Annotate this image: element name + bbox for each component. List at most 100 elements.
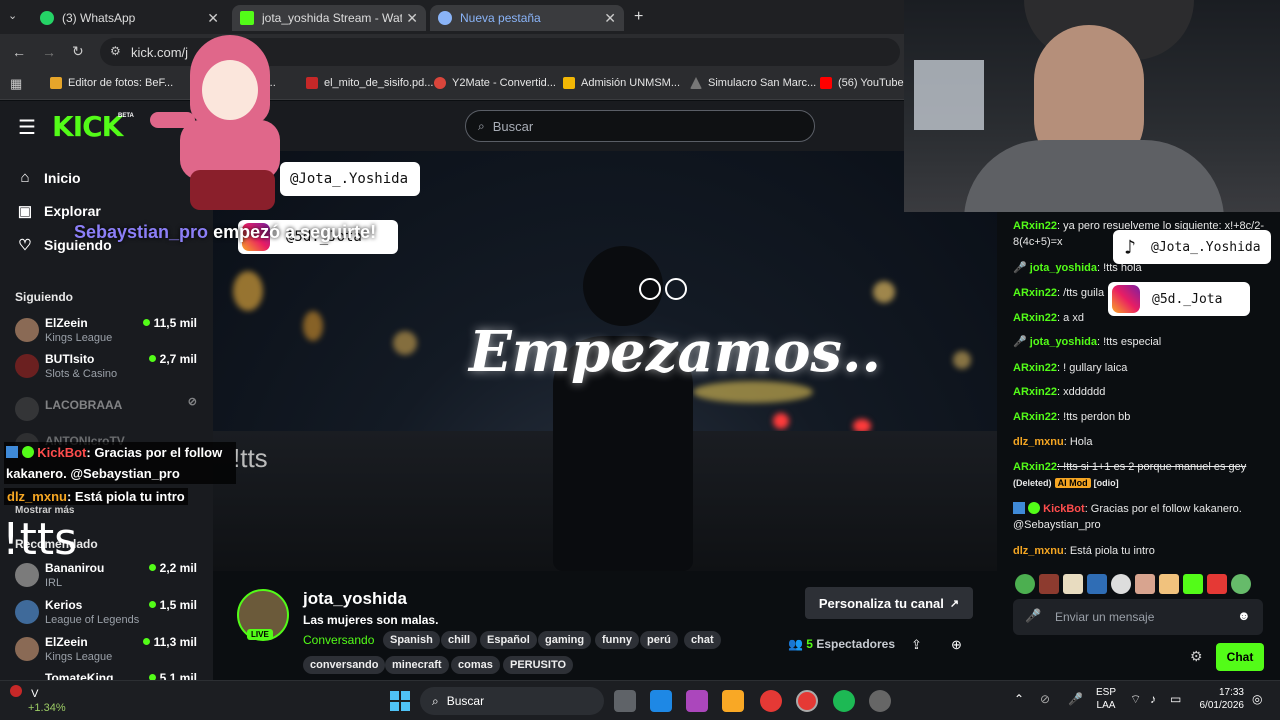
chat-user[interactable]: jota_yoshida bbox=[1030, 262, 1097, 274]
emote-icon[interactable] bbox=[1207, 574, 1227, 594]
recommended-channel[interactable]: Bananirou IRL 2,2 mil bbox=[15, 561, 205, 595]
site-info-icon[interactable]: ⚙ bbox=[110, 44, 121, 58]
chat-user[interactable]: ARxin22 bbox=[1013, 461, 1057, 473]
search-input[interactable]: ⌕ Buscar bbox=[465, 110, 815, 142]
emote-icon[interactable] bbox=[1231, 574, 1251, 594]
mic-icon[interactable]: 🎤 bbox=[1025, 608, 1041, 624]
tts-overlay-big: !tts bbox=[2, 514, 78, 565]
kick-icon bbox=[240, 11, 254, 25]
tag[interactable]: PERUSITO bbox=[503, 656, 574, 674]
channel-name[interactable]: jota_yoshida bbox=[303, 589, 407, 609]
emote-icon[interactable] bbox=[1063, 574, 1083, 594]
emote-icon[interactable] bbox=[1183, 574, 1203, 594]
emote-icon[interactable] bbox=[1135, 574, 1155, 594]
bookmark-y2mate[interactable]: Y2Mate - Convertid... bbox=[434, 77, 556, 89]
nav-inicio[interactable]: ⌂ Inicio bbox=[16, 169, 80, 186]
add-user-icon[interactable]: ⊕ bbox=[951, 637, 962, 653]
forward-arrow-icon[interactable]: → bbox=[42, 44, 56, 60]
close-tab-icon[interactable]: ✕ bbox=[604, 10, 616, 27]
notifications-icon[interactable]: ◎ bbox=[1252, 692, 1262, 706]
nav-explorar[interactable]: ▣ Explorar bbox=[16, 202, 101, 220]
obs-icon[interactable] bbox=[869, 690, 891, 712]
chat-user[interactable]: jota_yoshida bbox=[1030, 336, 1097, 348]
back-arrow-icon[interactable]: ← bbox=[12, 44, 26, 60]
close-tab-icon[interactable]: ✕ bbox=[406, 10, 418, 27]
chat-user[interactable]: ARxin22 bbox=[1013, 287, 1057, 299]
copilot-icon[interactable] bbox=[686, 690, 708, 712]
tag[interactable]: Spanish bbox=[383, 631, 440, 649]
tag[interactable]: Español bbox=[480, 631, 537, 649]
chat-user[interactable]: ARxin22 bbox=[1013, 411, 1057, 423]
recommended-channel[interactable]: TomateKing 5,1 mil bbox=[15, 671, 205, 680]
tag[interactable]: conversando bbox=[303, 656, 386, 674]
chat-user[interactable]: ARxin22 bbox=[1013, 386, 1057, 398]
glasses-right-icon bbox=[665, 278, 687, 300]
volume-icon[interactable]: ♪ bbox=[1150, 692, 1156, 706]
clock[interactable]: 17:33 6/01/2026 bbox=[1198, 686, 1245, 712]
tab-list-chevron-icon[interactable]: ⌄ bbox=[8, 9, 17, 22]
tab-whatsapp[interactable]: (3) WhatsApp ✕ bbox=[32, 5, 227, 31]
windows-taskbar: V +1.34% ⌕ Buscar ⌃ ⊘ 🎤 ESP LAA ⌔ ♪ ▭ 17… bbox=[0, 680, 1280, 720]
emote-icon[interactable] bbox=[1015, 574, 1035, 594]
store-icon[interactable] bbox=[650, 690, 672, 712]
chat-user[interactable]: ARxin22 bbox=[1013, 312, 1057, 324]
tag[interactable]: chat bbox=[684, 631, 721, 649]
apps-grid-icon[interactable]: ▦ bbox=[10, 76, 22, 92]
kick-logo[interactable]: KICK bbox=[52, 110, 123, 143]
video-player[interactable]: Empezamos.. !tts bbox=[213, 151, 997, 571]
battery-icon[interactable]: ▭ bbox=[1170, 692, 1181, 706]
tag[interactable]: perú bbox=[640, 631, 678, 649]
stream-category[interactable]: Conversando bbox=[303, 633, 374, 647]
new-tab-plus-icon[interactable]: + bbox=[634, 8, 643, 26]
emote-icon[interactable] bbox=[1087, 574, 1107, 594]
emoji-icon[interactable]: ☻ bbox=[1237, 608, 1251, 623]
task-view-icon[interactable] bbox=[614, 690, 636, 712]
chrome-active-icon[interactable] bbox=[796, 690, 818, 712]
customize-channel-button[interactable]: Personaliza tu canal ↗ bbox=[805, 587, 973, 619]
following-channel[interactable]: ElZeein Kings League 11,5 mil bbox=[15, 316, 205, 350]
bookmark-sisifo[interactable]: el_mito_de_sisifo.pd... bbox=[306, 77, 433, 89]
chat-user[interactable]: dlz_mxnu bbox=[1013, 545, 1064, 557]
chrome-icon[interactable] bbox=[760, 690, 782, 712]
stock-widget[interactable]: V +1.34% bbox=[10, 685, 66, 714]
recommended-channel[interactable]: ElZeein Kings League 11,3 mil bbox=[15, 635, 205, 669]
tab-new-tab[interactable]: Nueva pestaña ✕ bbox=[430, 5, 624, 31]
live-dot-icon bbox=[142, 638, 150, 645]
tag[interactable]: minecraft bbox=[385, 656, 449, 674]
emote-icon[interactable] bbox=[1159, 574, 1179, 594]
reload-icon[interactable]: ↻ bbox=[72, 43, 84, 60]
wifi-icon[interactable]: ⌔ bbox=[1130, 692, 1141, 707]
network-muted-icon[interactable]: ⊘ bbox=[1040, 692, 1050, 706]
tag[interactable]: funny bbox=[595, 631, 639, 649]
tag[interactable]: comas bbox=[451, 656, 500, 674]
tray-chevron-icon[interactable]: ⌃ bbox=[1014, 692, 1024, 706]
spotify-icon[interactable] bbox=[833, 690, 855, 712]
mic-icon[interactable]: 🎤 bbox=[1068, 692, 1083, 706]
file-explorer-icon[interactable] bbox=[722, 690, 744, 712]
heart-icon: ♡ bbox=[18, 237, 32, 254]
tab-kick-stream[interactable]: jota_yoshida Stream - Watch Li ✕ bbox=[232, 5, 426, 31]
chat-user[interactable]: dlz_mxnu bbox=[1013, 436, 1064, 448]
following-channel[interactable]: BUTIsito Slots & Casino 2,7 mil bbox=[15, 352, 205, 386]
share-icon[interactable]: ⇪ bbox=[911, 637, 922, 653]
chat-user[interactable]: ARxin22 bbox=[1013, 220, 1057, 232]
close-tab-icon[interactable]: ✕ bbox=[207, 10, 219, 27]
emote-icon[interactable] bbox=[1039, 574, 1059, 594]
chat-settings-gear-icon[interactable]: ⚙ bbox=[1190, 648, 1203, 665]
bookmark-simulacro[interactable]: Simulacro San Marc... bbox=[690, 77, 816, 89]
send-chat-button[interactable]: Chat bbox=[1216, 643, 1264, 671]
chat-user[interactable]: KickBot bbox=[1043, 503, 1085, 515]
tag[interactable]: chill bbox=[441, 631, 478, 649]
windows-start-icon[interactable] bbox=[390, 691, 410, 711]
recommended-channel[interactable]: Kerios League of Legends 1,5 mil bbox=[15, 598, 205, 632]
chat-input[interactable]: 🎤 Enviar un mensaje ☻ bbox=[1013, 599, 1263, 635]
bookmark-unmsm[interactable]: Admisión UNMSM... bbox=[563, 77, 680, 89]
bookmark-youtube[interactable]: (56) YouTube bbox=[820, 77, 904, 89]
language-indicator[interactable]: ESP LAA bbox=[1096, 686, 1116, 712]
following-channel-offline[interactable]: LACOBRAAA ⊘ bbox=[15, 395, 205, 429]
taskbar-search[interactable]: ⌕ Buscar bbox=[420, 687, 604, 715]
tag[interactable]: gaming bbox=[538, 631, 592, 649]
chat-user[interactable]: ARxin22 bbox=[1013, 362, 1057, 374]
emote-icon[interactable] bbox=[1111, 574, 1131, 594]
menu-hamburger-icon[interactable]: ☰ bbox=[18, 115, 36, 140]
